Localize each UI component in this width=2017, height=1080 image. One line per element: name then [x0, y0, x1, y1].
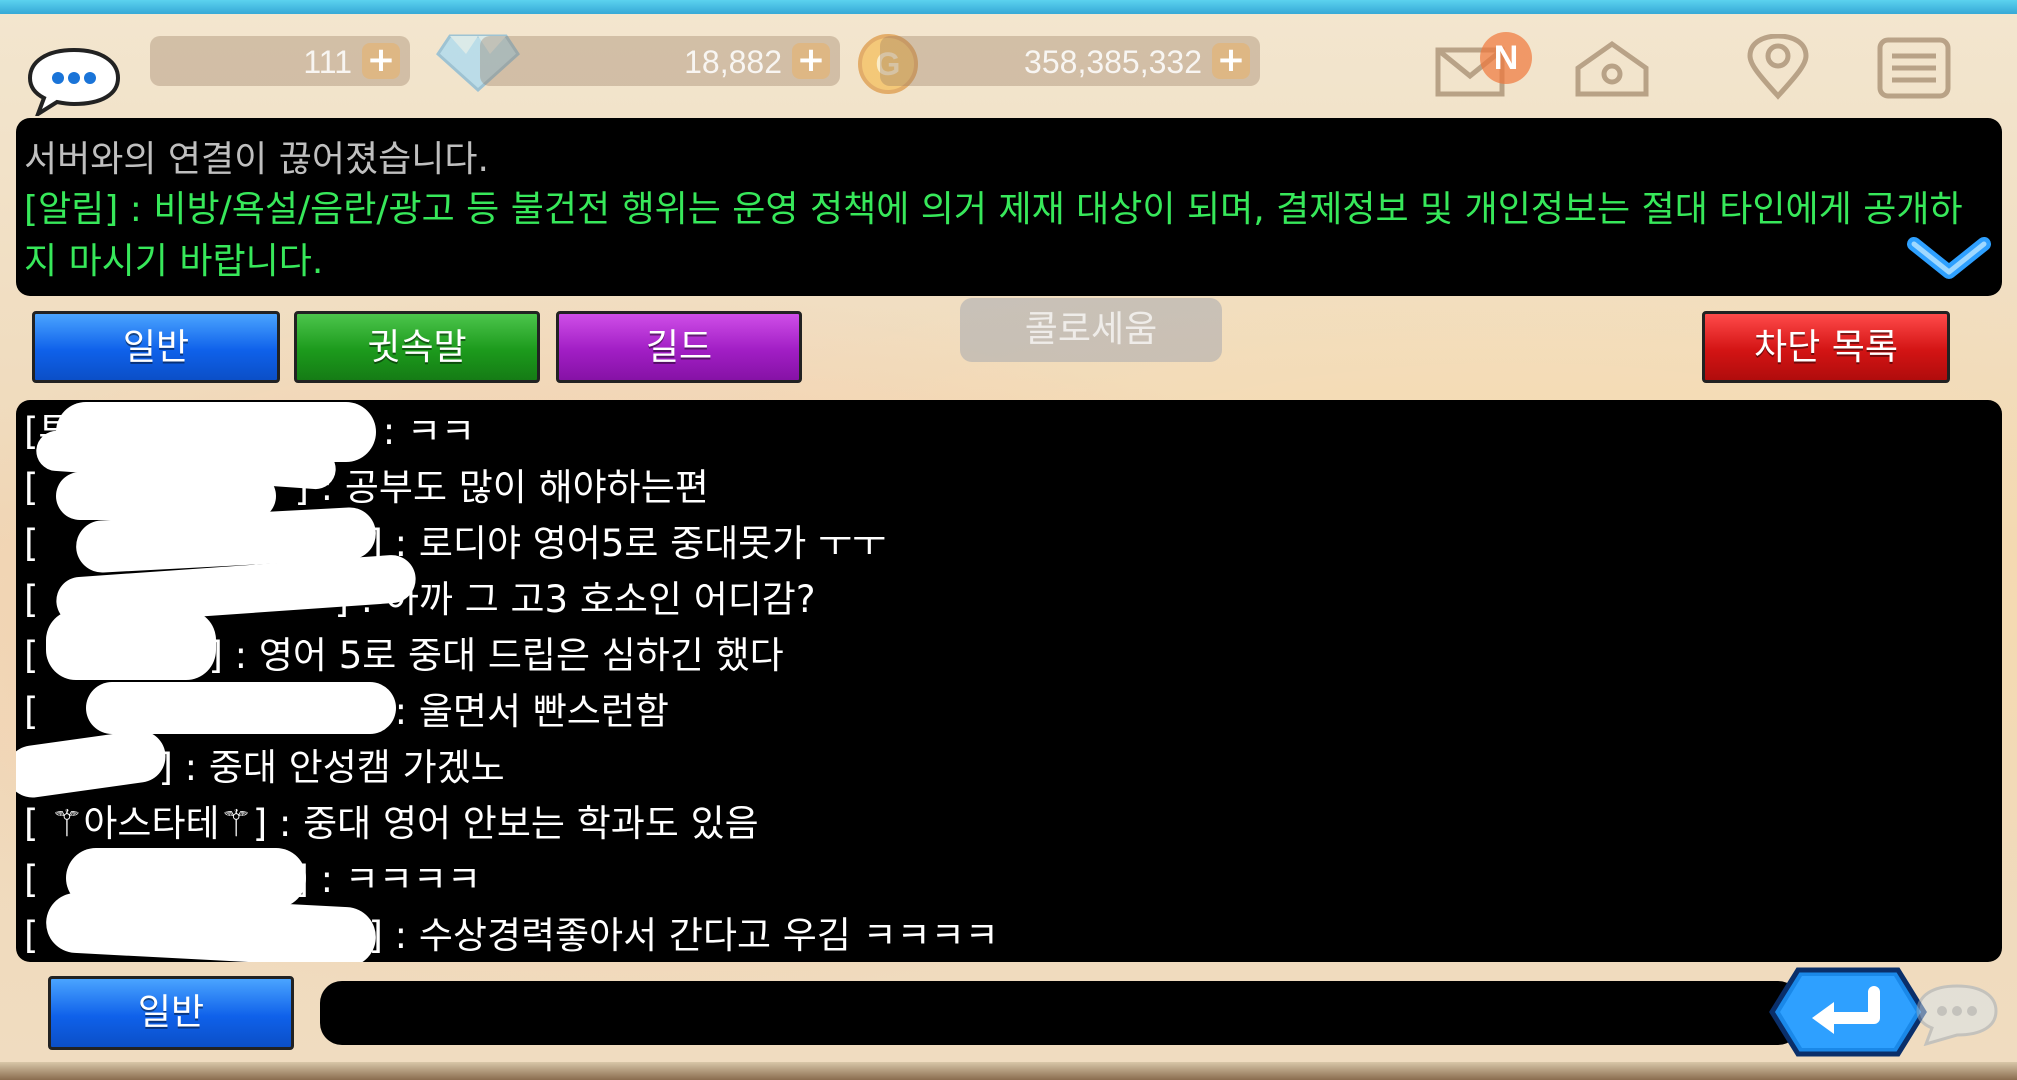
- connection-lost-message: 서버와의 연결이 끊어졌습니다.: [24, 139, 489, 180]
- message-text: ] : 수상경력좋아서 간다고 우김 ㅋㅋㅋㅋ: [368, 914, 999, 957]
- add-stamina-button[interactable]: +: [362, 43, 400, 79]
- chevron-down-icon[interactable]: [1906, 230, 1992, 292]
- message-text: ] : ㅋㅋㅋㅋ: [294, 858, 482, 901]
- chat-bubble-icon[interactable]: [24, 44, 124, 116]
- sender-name: [: [24, 634, 39, 677]
- tab-whisper[interactable]: 귓속말: [294, 311, 540, 383]
- menu-icon[interactable]: [1874, 34, 1954, 100]
- top-frame: [0, 0, 2017, 14]
- mail-badge: N: [1480, 32, 1532, 84]
- colosseum-label: 콜로세움: [960, 298, 1222, 362]
- sender-name: [: [24, 578, 39, 621]
- chat-message: [ ⚚아스타테⚚] : 중대 영어 안보는 학과도 있음: [24, 796, 759, 852]
- map-pin-icon[interactable]: [1738, 34, 1818, 100]
- sender-name: [: [24, 466, 39, 509]
- sender-name: [ ⚚아스타테⚚]: [24, 802, 268, 845]
- bottom-frame: [0, 1062, 2017, 1080]
- add-gem-button[interactable]: +: [792, 43, 830, 79]
- message-text: ] : 공부도 많이 해야하는편: [294, 466, 709, 509]
- house-icon[interactable]: [1572, 34, 1652, 100]
- redaction-scribble: [86, 682, 396, 734]
- sender-name: [: [24, 858, 39, 901]
- redaction-scribble: [46, 610, 216, 680]
- send-button[interactable]: [1768, 966, 1928, 1058]
- chat-log[interactable]: [투이] : ㅋㅋ [] : 공부도 많이 해야하는편 [] : 로디야 영어5…: [16, 400, 2002, 962]
- gold-counter: 358,385,332 +: [880, 36, 1260, 86]
- chat-bubble-icon: [1916, 984, 1998, 1046]
- policy-alert-message: [알림] : 비방/욕설/음란/광고 등 불건전 행위는 운영 정책에 의거 제…: [24, 189, 1963, 282]
- block-list-button[interactable]: 차단 목록: [1702, 311, 1950, 383]
- gem-value: 18,882: [684, 44, 782, 80]
- stamina-value: 111: [303, 44, 352, 80]
- sender-name: [: [24, 522, 39, 565]
- message-text: ] : 중대 안성캠 가겠노: [158, 746, 505, 789]
- add-gold-button[interactable]: +: [1212, 43, 1250, 79]
- system-notice-panel: 서버와의 연결이 끊어졌습니다. [알림] : 비방/욕설/음란/광고 등 불건…: [16, 118, 2002, 296]
- tab-general[interactable]: 일반: [32, 311, 280, 383]
- gold-value: 358,385,332: [1024, 44, 1202, 80]
- stamina-counter: 111 +: [150, 36, 410, 86]
- message-text: ] : 로디야 영어5로 중대못가 ㅜㅜ: [368, 522, 887, 565]
- tab-guild[interactable]: 길드: [556, 311, 802, 383]
- chat-input[interactable]: [320, 981, 1800, 1045]
- channel-select-button[interactable]: 일반: [48, 976, 294, 1050]
- message-text: : 중대 영어 안보는 학과도 있음: [267, 802, 759, 845]
- gem-counter: 18,882 +: [480, 36, 840, 86]
- message-text: ] : 영어 5로 중대 드립은 심하긴 했다: [208, 634, 784, 677]
- sender-name: [: [24, 914, 39, 957]
- resource-bar: 111 + 18,882 + G 358,385,332 + N: [0, 14, 2017, 116]
- message-text: ] : 울면서 빤스런함: [368, 690, 669, 733]
- sender-name: [: [24, 690, 39, 733]
